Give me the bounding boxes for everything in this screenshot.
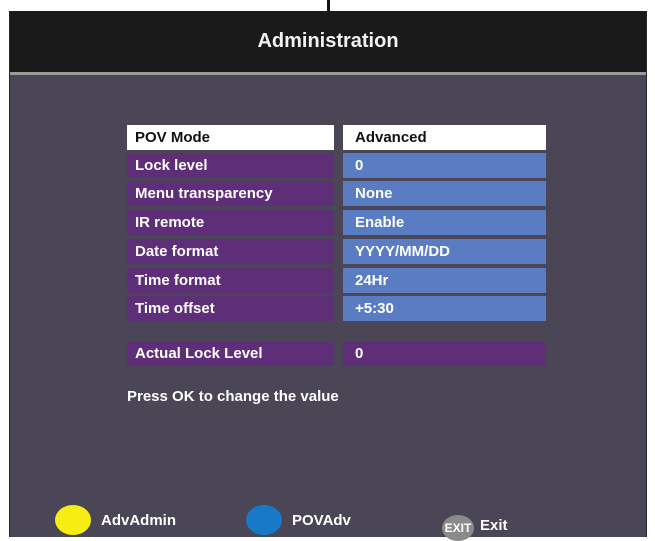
exit-icon: EXIT	[442, 515, 474, 541]
top-marker	[327, 0, 330, 11]
hint-text: Press OK to change the value	[127, 388, 339, 405]
setting-row-lock-level[interactable]: Lock level 0	[127, 153, 546, 178]
actual-lock-level-value: 0	[343, 341, 546, 366]
setting-row-date-format[interactable]: Date format YYYY/MM/DD	[127, 239, 546, 264]
pov-adv-button[interactable]: POVAdv	[246, 505, 351, 535]
setting-label: Menu transparency	[127, 181, 334, 206]
setting-value[interactable]: 0	[343, 153, 546, 178]
header-bar: Administration	[10, 11, 646, 75]
setting-value[interactable]: None	[343, 181, 546, 206]
tv-screen: Administration POV Mode Advanced Lock le…	[9, 11, 647, 541]
exit-button[interactable]: EXIT Exit	[442, 509, 508, 541]
setting-value[interactable]: Advanced	[343, 125, 546, 150]
setting-row-ir-remote[interactable]: IR remote Enable	[127, 210, 546, 235]
setting-value[interactable]: Enable	[343, 210, 546, 235]
adv-admin-label: AdvAdmin	[101, 511, 176, 529]
setting-row-pov-mode[interactable]: POV Mode Advanced	[127, 125, 546, 150]
pov-adv-label: POVAdv	[292, 511, 351, 529]
blue-circle-icon	[246, 505, 282, 535]
setting-row-menu-transparency[interactable]: Menu transparency None	[127, 181, 546, 206]
adv-admin-button[interactable]: AdvAdmin	[55, 505, 176, 535]
setting-value[interactable]: YYYY/MM/DD	[343, 239, 546, 264]
actual-lock-level-label: Actual Lock Level	[127, 341, 334, 366]
setting-label: POV Mode	[127, 125, 334, 150]
setting-label: Time format	[127, 268, 334, 293]
setting-value[interactable]: 24Hr	[343, 268, 546, 293]
setting-label: Time offset	[127, 296, 334, 321]
yellow-circle-icon	[55, 505, 91, 535]
setting-label: Lock level	[127, 153, 334, 178]
setting-label: IR remote	[127, 210, 334, 235]
setting-label: Date format	[127, 239, 334, 264]
exit-label: Exit	[480, 516, 508, 534]
setting-row-time-format[interactable]: Time format 24Hr	[127, 268, 546, 293]
actual-lock-level-row: Actual Lock Level 0	[127, 341, 546, 366]
setting-value[interactable]: +5:30	[343, 296, 546, 321]
setting-row-time-offset[interactable]: Time offset +5:30	[127, 296, 546, 321]
page-title: Administration	[257, 30, 399, 52]
